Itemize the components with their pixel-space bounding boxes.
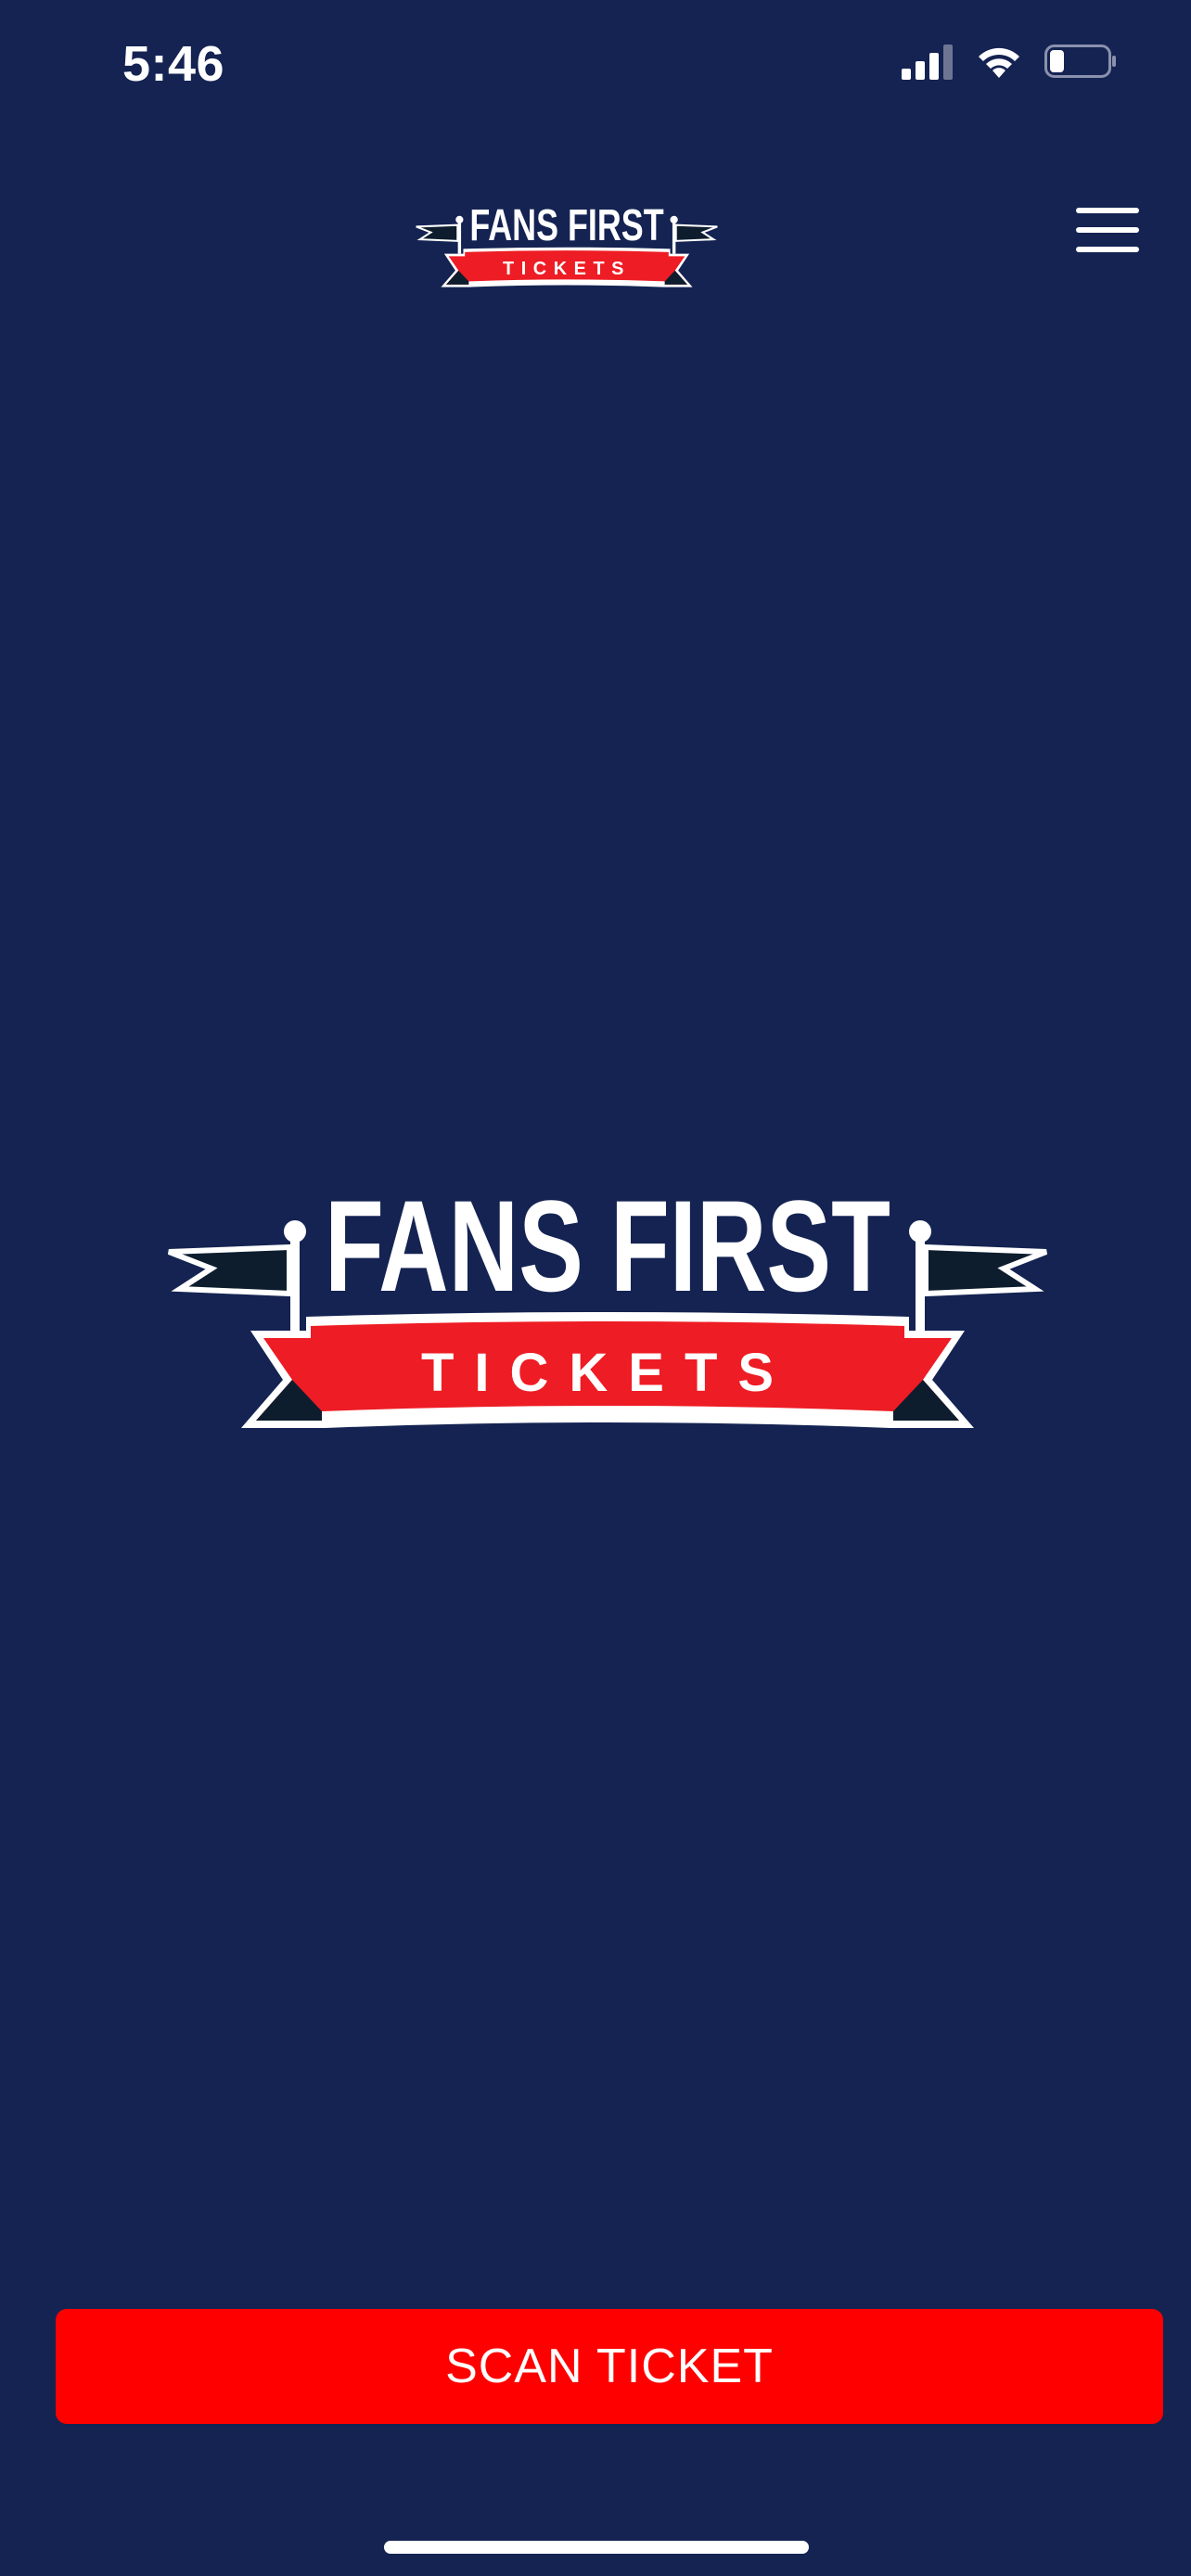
left-pennant-icon <box>416 215 464 254</box>
right-pennant-icon <box>670 215 718 254</box>
scan-ticket-label: SCAN TICKET <box>445 2340 774 2393</box>
app-header: FANS FIRST TICKETS <box>0 167 1191 325</box>
hamburger-menu-icon <box>1076 208 1139 252</box>
cellular-signal-icon <box>902 43 954 84</box>
status-time: 5:46 <box>122 36 225 92</box>
main-logo-top-text: FANS FIRST <box>325 1173 890 1319</box>
status-bar: 5:46 <box>0 0 1191 130</box>
left-pennant-icon <box>167 1220 306 1331</box>
wifi-icon <box>976 43 1022 84</box>
header-logo-top-text: FANS FIRST <box>469 201 663 250</box>
header-logo-bottom-text: TICKETS <box>503 259 631 279</box>
main-logo-bottom-text: TICKETS <box>421 1343 794 1403</box>
main-logo: FANS FIRST TICKETS <box>167 1168 1048 1447</box>
header-logo: FANS FIRST TICKETS <box>416 195 718 297</box>
right-pennant-icon <box>909 1220 1048 1331</box>
battery-icon <box>1044 43 1119 84</box>
scan-ticket-button[interactable]: SCAN TICKET <box>56 2309 1163 2424</box>
home-indicator[interactable] <box>384 2541 809 2554</box>
status-icons <box>902 43 1119 84</box>
hamburger-menu-button[interactable] <box>1074 204 1141 256</box>
